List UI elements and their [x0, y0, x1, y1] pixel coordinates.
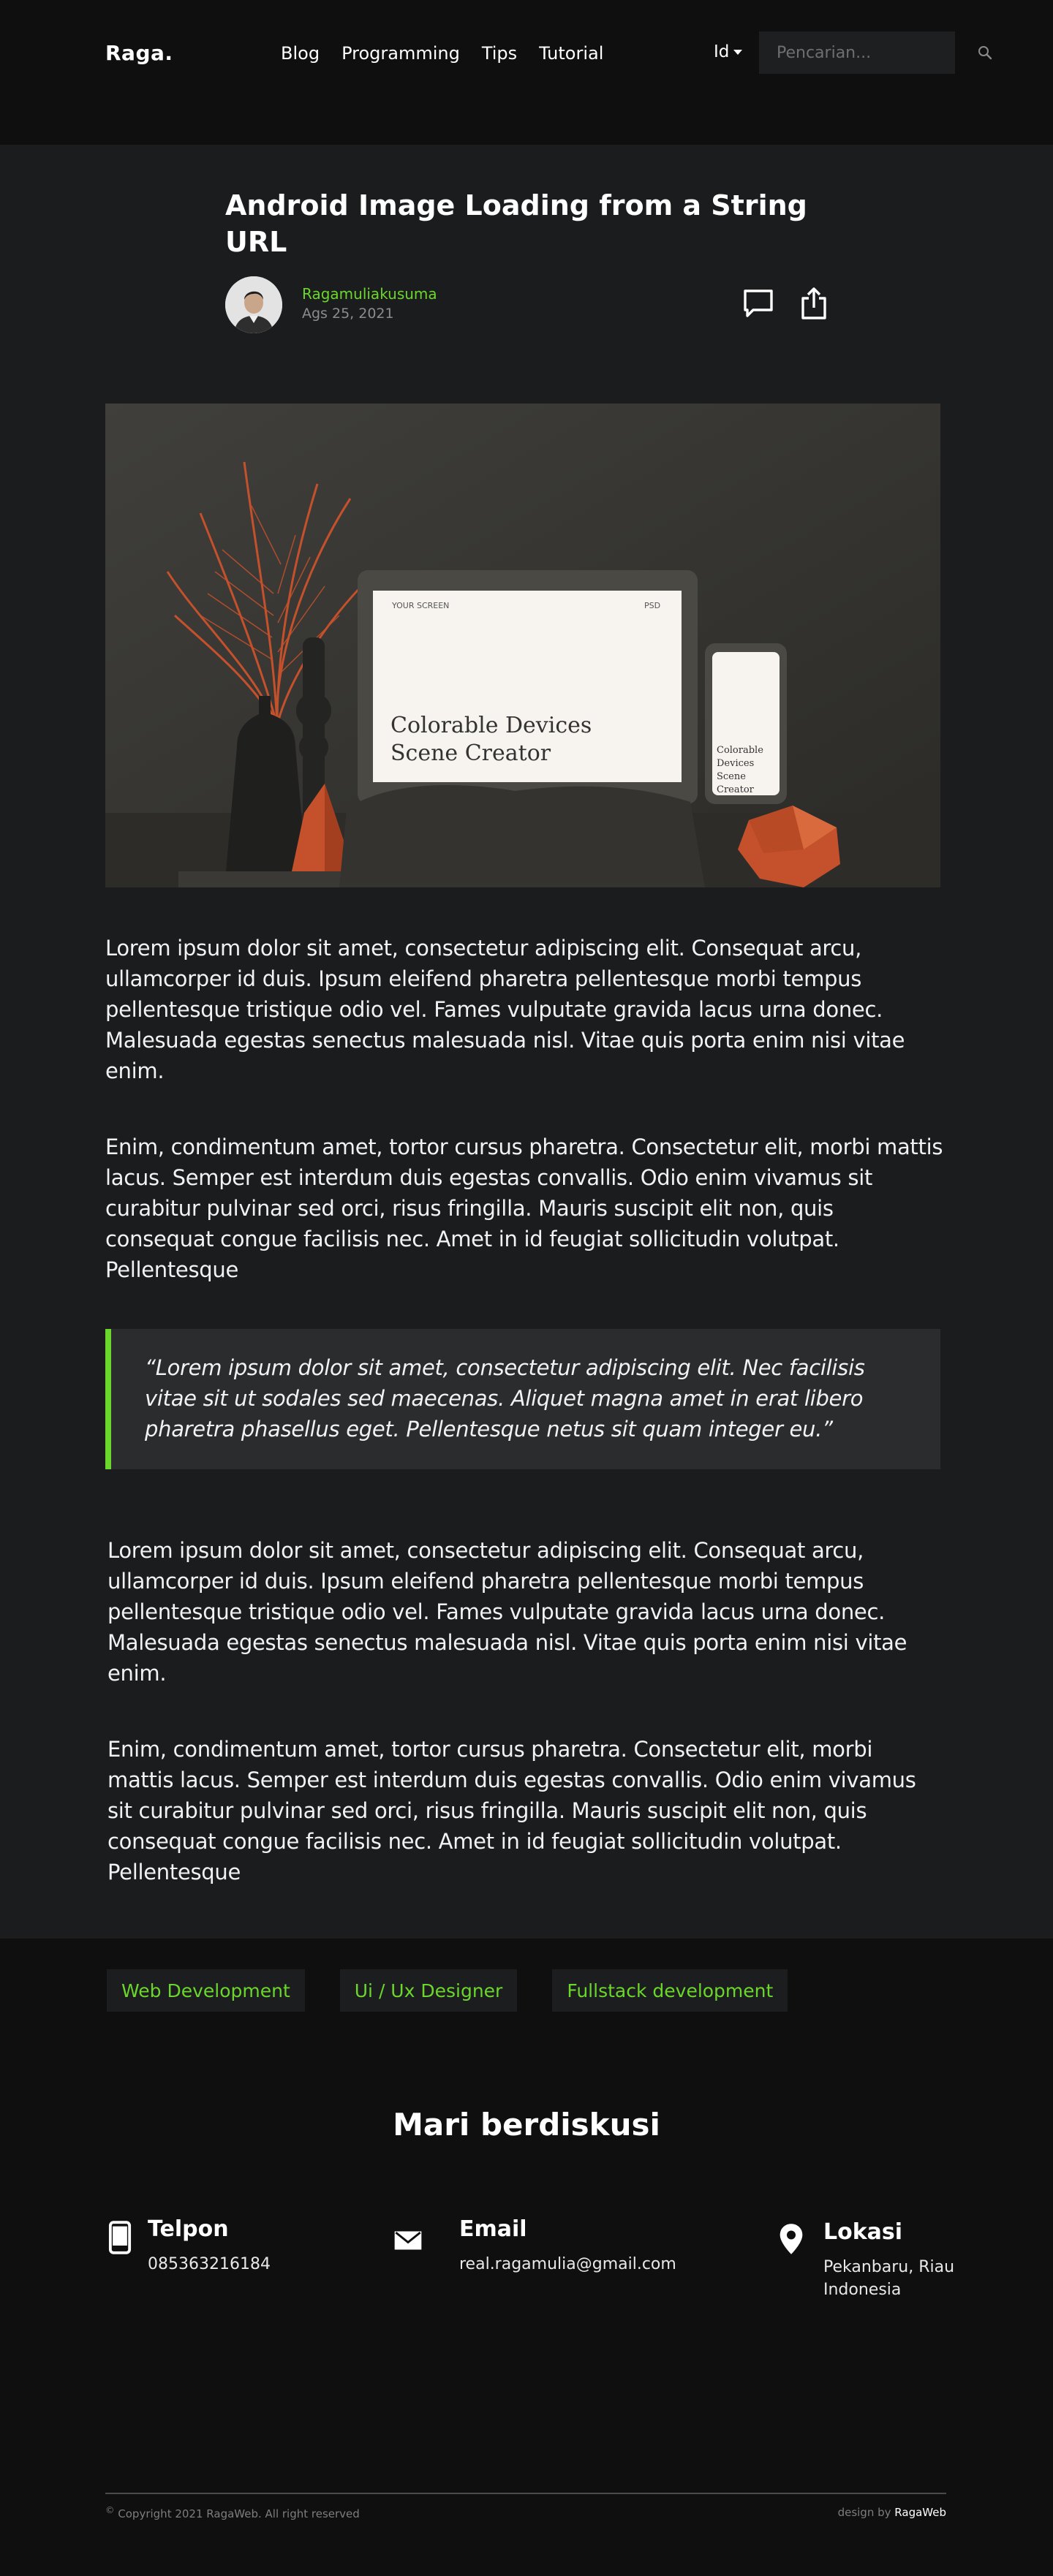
site-logo[interactable]: Raga. [105, 41, 173, 65]
laptop-header-left: YOUR SCREEN [391, 601, 449, 610]
search-button[interactable] [977, 31, 993, 74]
copyright-label: Copyright 2021 RagaWeb. All right reserv… [118, 2507, 360, 2520]
article-title: Android Image Loading from a String URL [225, 189, 807, 258]
contact-phone-label: Telpon [148, 2216, 229, 2242]
main-nav: Blog Programming Tips Tutorial [281, 41, 625, 66]
contact-section: Mari berdiskusi Telpon 085363216184 Emai… [0, 2054, 1053, 2576]
contact-email-value[interactable]: real.ragamulia@gmail.com [459, 2253, 676, 2276]
article-paragraph: Lorem ipsum dolor sit amet, consectetur … [107, 1538, 907, 1686]
article-paragraph: Enim, condimentum amet, tortor cursus ph… [107, 1737, 916, 1884]
laptop-title-line2: Scene Creator [390, 740, 551, 766]
copyright-text: © Copyright 2021 RagaWeb. All right rese… [105, 2504, 360, 2520]
comment-button[interactable] [741, 287, 775, 320]
hero-illustration: YOUR SCREEN PSD Colorable Devices Scene … [105, 404, 940, 887]
tag-web-development[interactable]: Web Development [107, 1969, 305, 2012]
laptop-header-right: PSD [644, 601, 660, 610]
phone-text-3: Scene [717, 771, 746, 782]
contact-location: Lokasi Pekanbaru, Riau Indonesia [777, 2216, 955, 2304]
contact-location-label: Lokasi [823, 2219, 903, 2245]
mail-icon [394, 2231, 422, 2250]
search-icon [978, 46, 992, 60]
designer-credit: design by RagaWeb [838, 2506, 946, 2519]
nav-item-tutorial[interactable]: Tutorial [539, 41, 603, 66]
author-name[interactable]: Ragamuliakusuma [302, 285, 437, 303]
article-body: Lorem ipsum dolor sit amet, consectetur … [105, 933, 945, 1887]
share-button[interactable] [797, 287, 831, 320]
search-box [759, 31, 992, 74]
share-icon [801, 287, 826, 319]
nav-item-blog[interactable]: Blog [281, 41, 320, 66]
language-selector[interactable]: Id [714, 42, 743, 61]
article-paragraph: Enim, condimentum amet, tortor cursus ph… [105, 1134, 943, 1282]
article-header: Android Image Loading from a String URL … [225, 187, 828, 333]
article-actions [741, 287, 831, 320]
article-quote: “Lorem ipsum dolor sit amet, consectetur… [105, 1329, 940, 1469]
contact-email: Email real.ragamulia@gmail.com [393, 2216, 701, 2304]
nav-item-programming[interactable]: Programming [341, 41, 460, 66]
tag-ui-ux-designer[interactable]: Ui / Ux Designer [339, 1969, 518, 2012]
phone-text-4: Creator [717, 784, 755, 795]
designer-prefix: design by [837, 2506, 891, 2519]
avatar-image [225, 276, 282, 333]
contact-email-label: Email [459, 2216, 527, 2242]
footer-divider [105, 2493, 946, 2494]
contact-location-line1: Pekanbaru, Riau [823, 2258, 955, 2276]
search-input[interactable] [759, 31, 977, 74]
comment-icon [744, 289, 773, 317]
contact-phone: Telpon 085363216184 [105, 2216, 325, 2304]
article-hero-image: YOUR SCREEN PSD Colorable Devices Scene … [105, 404, 940, 887]
language-label: Id [714, 42, 730, 61]
contact-title: Mari berdiskusi [393, 2107, 660, 2143]
contact-location-line2: Indonesia [823, 2281, 902, 2299]
contact-phone-value[interactable]: 085363216184 [148, 2253, 271, 2276]
article-paragraph: Lorem ipsum dolor sit amet, consectetur … [105, 936, 905, 1083]
tag-fullstack-development[interactable]: Fullstack development [552, 1969, 788, 2012]
article-tags: Web Development Ui / Ux Designer Fullsta… [0, 1939, 1053, 2054]
article: Android Image Loading from a String URL … [0, 145, 1053, 1939]
copyright-symbol: © [105, 2504, 115, 2515]
phone-text-1: Colorable [717, 745, 763, 756]
nav-item-tips[interactable]: Tips [482, 41, 517, 66]
phone-text-2: Devices [717, 758, 754, 769]
chevron-down-icon [733, 49, 743, 55]
quote-text: “Lorem ipsum dolor sit amet, consectetur… [145, 1355, 865, 1442]
phone-icon [108, 2221, 132, 2254]
article-meta: Ragamuliakusuma Ags 25, 2021 [225, 276, 828, 333]
location-pin-icon [780, 2224, 803, 2254]
author-avatar[interactable] [225, 276, 282, 333]
site-header: Raga. Blog Programming Tips Tutorial Id [0, 0, 1053, 145]
publish-date: Ags 25, 2021 [302, 306, 394, 322]
laptop-title-line1: Colorable Devices [390, 713, 592, 738]
designer-name[interactable]: RagaWeb [894, 2506, 946, 2519]
